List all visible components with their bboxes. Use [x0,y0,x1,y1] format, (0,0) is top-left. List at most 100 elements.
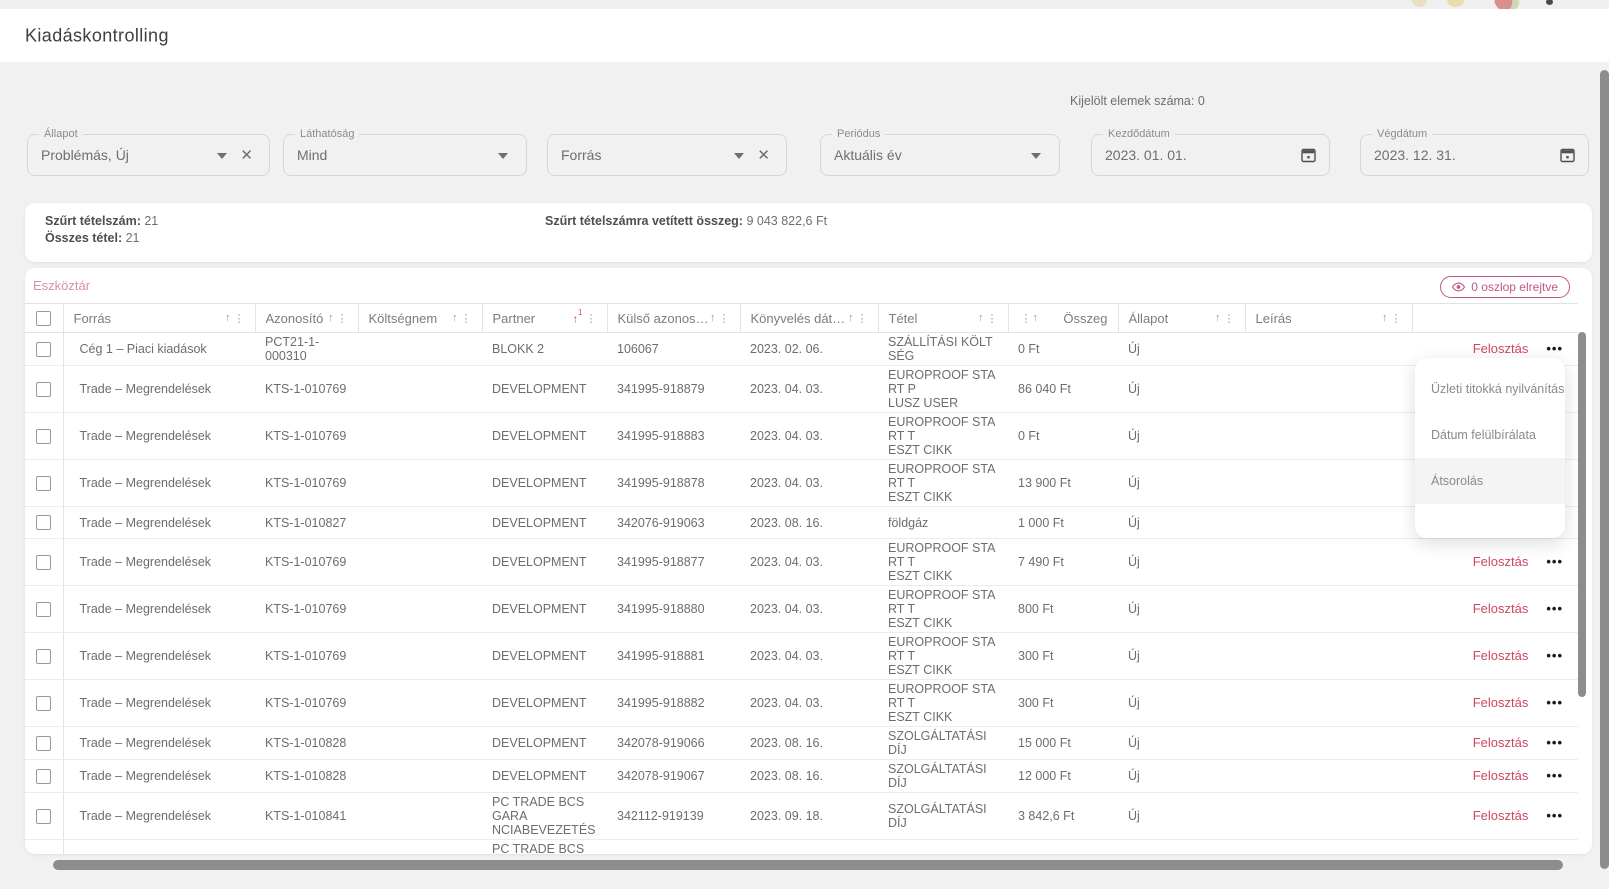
row-more-icon[interactable]: ••• [1546,601,1563,616]
row-checkbox[interactable] [36,696,51,711]
filter-allapot-label: Állapot [39,127,83,141]
column-label: Azonosító [266,311,328,326]
sort-arrow-icon[interactable]: ↑ [328,312,334,324]
column-menu-icon[interactable]: ⋮ [1391,312,1402,325]
sort-arrow-icon[interactable]: ↑ [848,312,854,324]
column-header-konyveles_datuma[interactable]: Könyvelés dátuma↑⋮ [740,304,878,333]
column-header-kulso_azonosito[interactable]: Külső azonosító↑⋮ [607,304,740,333]
cell-partner: DEVELOPMENT [482,727,607,760]
felosztas-action-link[interactable]: Felosztás [1473,648,1529,663]
context-menu-item[interactable]: Dátum felülbírálata [1415,412,1565,458]
row-checkbox[interactable] [36,476,51,491]
row-checkbox[interactable] [36,602,51,617]
cell-leiras [1245,539,1412,586]
cell-forras: Trade – Megrendelések [63,633,255,680]
select-all-checkbox[interactable] [36,311,51,326]
filter-periodus[interactable]: Periódus Aktuális év [820,134,1060,176]
row-checkbox[interactable] [36,769,51,784]
more-menu-icon[interactable] [1546,0,1553,5]
hidden-columns-button[interactable]: 0 oszlop elrejtve [1440,276,1570,298]
felosztas-action-link[interactable]: Felosztás [1473,601,1529,616]
sort-arrow-icon[interactable]: ↑ [978,312,984,324]
row-checkbox[interactable] [36,429,51,444]
column-menu-icon[interactable]: ⋮ [461,312,472,325]
sort-arrow-icon[interactable]: ↑ [710,312,716,324]
column-menu-icon[interactable]: ⋮ [857,312,868,325]
column-header-forras[interactable]: Forrás↑⋮ [63,304,255,333]
column-menu-icon[interactable]: ⋮ [1224,312,1235,325]
column-header-koltsegnem[interactable]: Költségnem↑⋮ [358,304,482,333]
row-more-icon[interactable]: ••• [1546,341,1563,356]
row-checkbox[interactable] [36,555,51,570]
chevron-down-icon[interactable] [1031,153,1041,159]
filter-vegdatum[interactable]: Végdátum 2023. 12. 31. [1360,134,1589,176]
column-label: Könyvelés dátuma [751,311,848,326]
table-vertical-scrollbar[interactable] [1578,332,1586,697]
clear-icon[interactable]: ✕ [240,146,253,164]
felosztas-action-link[interactable]: Felosztás [1473,735,1529,750]
row-checkbox[interactable] [36,382,51,397]
context-menu-item[interactable]: Üzleti titokká nyilvánítás [1415,366,1565,412]
column-header-tetel[interactable]: Tétel↑⋮ [878,304,1008,333]
sort-arrow-icon[interactable]: ↑ [1382,312,1388,324]
filter-lathatosag-value: Mind [297,147,327,163]
horizontal-scrollbar[interactable] [53,860,1563,870]
cell-osszeg: 0 Ft [1008,413,1118,460]
column-menu-icon[interactable]: ⋮ [234,312,245,325]
row-checkbox-cell [25,333,63,366]
row-more-icon[interactable]: ••• [1546,648,1563,663]
row-checkbox[interactable] [36,649,51,664]
row-more-icon[interactable]: ••• [1546,768,1563,783]
chevron-down-icon[interactable] [498,153,508,159]
column-header-azonosito[interactable]: Azonosító↑⋮ [255,304,358,333]
calendar-icon[interactable] [1300,147,1317,164]
page-scrollbar[interactable] [1600,70,1609,869]
row-checkbox[interactable] [36,515,51,530]
felosztas-action-link[interactable]: Felosztás [1473,695,1529,710]
column-menu-icon[interactable]: ⋮ [337,312,348,325]
table-row: Trade – MegrendelésekKTS-1-010769DEVELOP… [25,366,1578,413]
felosztas-action-link[interactable]: Felosztás [1473,808,1529,823]
clear-icon[interactable]: ✕ [757,146,770,164]
column-menu-icon[interactable]: ⋮ [586,312,597,325]
row-more-icon[interactable]: ••• [1546,808,1563,823]
row-more-icon[interactable]: ••• [1546,554,1563,569]
filter-kezdodatum[interactable]: Kezdődátum 2023. 01. 01. [1091,134,1330,176]
column-header-partner[interactable]: Partner↑1⋮ [482,304,607,333]
row-checkbox[interactable] [36,342,51,357]
cell-osszeg: 800 Ft [1008,586,1118,633]
filter-allapot[interactable]: Állapot Problémás, Új ✕ [27,134,270,176]
row-more-icon[interactable]: ••• [1546,695,1563,710]
row-checkbox[interactable] [36,809,51,824]
column-menu-icon[interactable]: ⋮ [1021,312,1032,325]
felosztas-action-link[interactable]: Felosztás [1473,341,1529,356]
column-header-osszeg[interactable]: ⋮↑Összeg [1008,304,1118,333]
sort-arrow-icon[interactable]: ↑1 [573,311,583,326]
chevron-down-icon[interactable] [217,153,227,159]
row-more-icon[interactable]: ••• [1546,735,1563,750]
column-menu-icon[interactable]: ⋮ [987,312,998,325]
filter-forras[interactable]: Forrás ✕ [547,134,787,176]
column-menu-icon[interactable]: ⋮ [719,312,730,325]
cell-allapot: Új [1118,727,1245,760]
table-toolbar: Eszköztár 0 oszlop elrejtve [25,268,1592,303]
calendar-icon[interactable] [1559,147,1576,164]
filter-lathatosag[interactable]: Láthatóság Mind [283,134,527,176]
felosztas-action-link[interactable]: Felosztás [1473,768,1529,783]
document-icon[interactable] [1412,0,1427,7]
cell-konyveles_datuma: 2023. 04. 03. [740,680,878,727]
cell-osszeg: 13 900 Ft [1008,460,1118,507]
cell-leiras [1245,760,1412,793]
context-menu-item[interactable]: Átsorolás [1415,458,1565,504]
felosztas-action-link[interactable]: Felosztás [1473,554,1529,569]
sort-arrow-icon[interactable]: ↑ [1215,312,1221,324]
column-header-leiras[interactable]: Leírás↑⋮ [1245,304,1412,333]
notification-icon[interactable] [1447,0,1464,7]
cell-azonosito: KTS-1-010769 [255,539,358,586]
sort-arrow-icon[interactable]: ↑ [452,312,458,324]
sort-arrow-icon[interactable]: ↑ [225,312,231,324]
sort-arrow-icon[interactable]: ↑ [1033,312,1039,324]
row-checkbox[interactable] [36,736,51,751]
chevron-down-icon[interactable] [734,153,744,159]
column-header-allapot[interactable]: Állapot↑⋮ [1118,304,1245,333]
